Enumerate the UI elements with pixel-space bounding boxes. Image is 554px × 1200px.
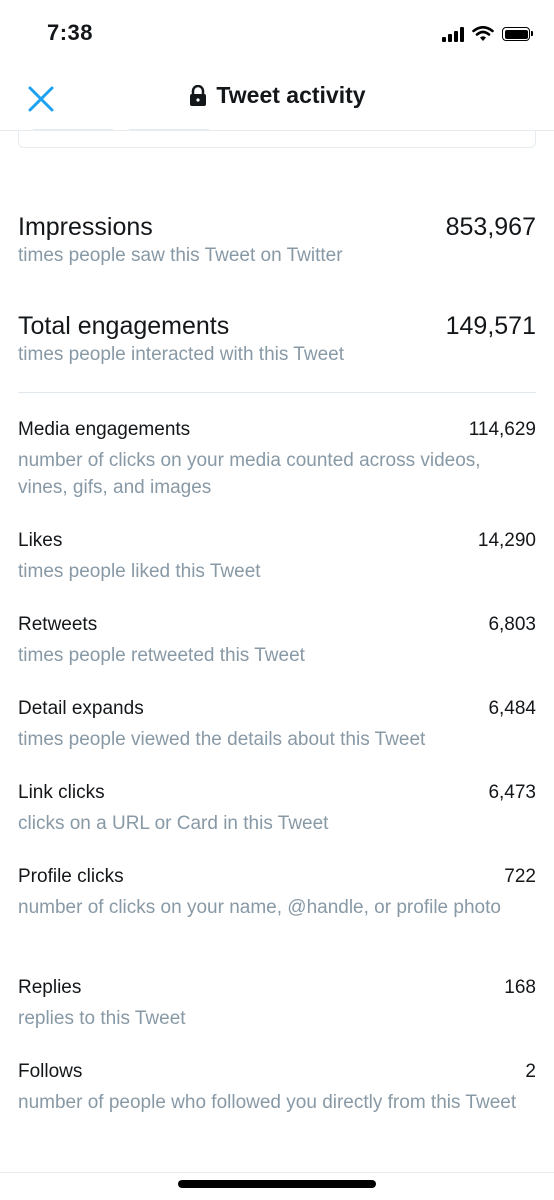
metric-label: Follows [18, 1061, 83, 1082]
metric-label: Profile clicks [18, 866, 124, 887]
metric-description: times people interacted with this Tweet [18, 344, 344, 365]
metric-label: Media engagements [18, 419, 191, 440]
metric-description: clicks on a URL or Card in this Tweet [18, 813, 329, 834]
metric-value: 853,967 [445, 213, 536, 241]
tweet-card-edge [18, 129, 536, 148]
metric-description: number of clicks on your media counted a… [18, 450, 481, 498]
metric-value: 149,571 [445, 312, 536, 340]
metric-description: times people liked this Tweet [18, 561, 261, 582]
metric-value: 6,803 [488, 614, 536, 635]
metric-value: 114,629 [468, 419, 536, 440]
metric-description: times people viewed the details about th… [18, 729, 426, 750]
metric-row-detail-expands: Detail expands 6,484 times people viewed… [18, 697, 536, 753]
metric-row-follows: Follows 2 number of people who followed … [18, 1060, 536, 1116]
metric-label: Likes [18, 530, 63, 551]
metric-description: number of people who followed you direct… [18, 1092, 517, 1113]
signal-icon [442, 26, 464, 42]
status-icons [442, 24, 533, 44]
metric-value: 722 [504, 866, 536, 887]
metric-row-media-engagements: Media engagements 114,629 number of clic… [18, 418, 536, 501]
metric-value: 168 [504, 977, 536, 998]
metric-value: 6,473 [488, 782, 536, 803]
metric-label: Detail expands [18, 698, 144, 719]
page-title-container: Tweet activity [0, 82, 554, 109]
battery-icon [502, 27, 533, 41]
page-title: Tweet activity [216, 82, 366, 108]
metric-row-link-clicks: Link clicks 6,473 clicks on a URL or Car… [18, 781, 536, 837]
nav-bar: Tweet activity [0, 66, 554, 131]
metric-description: replies to this Tweet [18, 1008, 186, 1029]
summary-row-impressions: Impressions 853,967 times people saw thi… [18, 212, 536, 268]
metric-label: Link clicks [18, 782, 105, 803]
metric-row-likes: Likes 14,290 times people liked this Twe… [18, 529, 536, 585]
metric-description: number of clicks on your name, @handle, … [18, 897, 501, 918]
wifi-icon [472, 26, 494, 41]
status-time: 7:38 [47, 20, 94, 45]
summary-row-total-engagements: Total engagements 149,571 times people i… [18, 311, 536, 367]
metric-value: 6,484 [488, 698, 536, 719]
metric-row-replies: Replies 168 replies to this Tweet [18, 976, 536, 1032]
metric-value: 2 [525, 1061, 536, 1082]
home-indicator[interactable] [178, 1180, 376, 1188]
metric-row-profile-clicks: Profile clicks 722 number of clicks on y… [18, 865, 536, 921]
metric-description: times people saw this Tweet on Twitter [18, 245, 343, 266]
metric-label: Retweets [18, 614, 98, 635]
metric-label: Replies [18, 977, 82, 998]
metric-row-retweets: Retweets 6,803 times people retweeted th… [18, 613, 536, 669]
metric-description: times people retweeted this Tweet [18, 645, 305, 666]
status-bar: 7:38 [0, 0, 554, 66]
metric-value: 14,290 [477, 530, 536, 551]
bottom-divider [0, 1172, 554, 1173]
section-divider [18, 392, 536, 393]
lock-icon [190, 84, 207, 106]
